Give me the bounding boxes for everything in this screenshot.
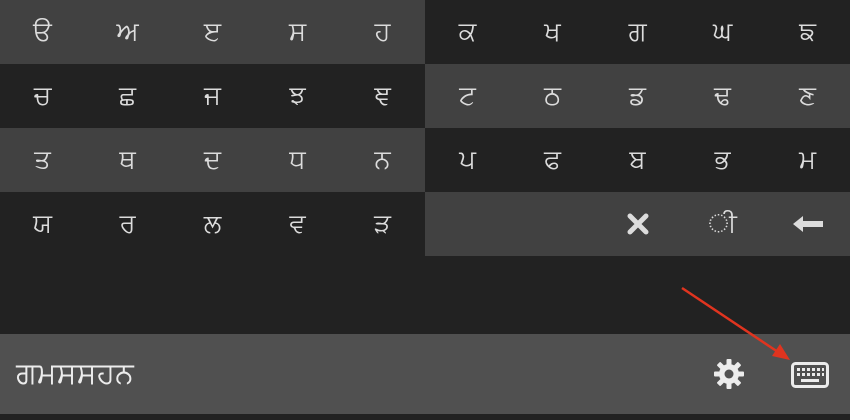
vowel-sign-key[interactable]: ੀ [680,192,765,256]
key[interactable]: ਪ [425,128,510,192]
clear-key[interactable] [595,192,680,256]
key[interactable]: ਢ [680,64,765,128]
key[interactable]: ਣ [765,64,850,128]
backspace-key[interactable] [765,192,850,256]
keyboard-row-1: ੳ ਅ ੲ ਸ ਹ ਕ ਖ ਗ ਘ ਙ [0,0,850,64]
settings-button[interactable] [712,357,746,395]
key[interactable]: ਥ [85,128,170,192]
key[interactable]: ਸ [255,0,340,64]
key[interactable]: ਛ [85,64,170,128]
key[interactable]: ਟ [425,64,510,128]
key[interactable]: ਬ [595,128,680,192]
key[interactable]: ਜ [170,64,255,128]
key[interactable]: ਵ [255,192,340,256]
keyboard-row-3: ਤ ਥ ਦ ਧ ਨ ਪ ਫ ਬ ਭ ਮ [0,128,850,192]
typed-text: ਗਮਸਸਹਨ [16,356,134,391]
keyboard-icon [791,362,829,392]
key[interactable]: ਭ [680,128,765,192]
key[interactable]: ਮ [765,128,850,192]
key[interactable]: ਞ [340,64,425,128]
key[interactable]: ਠ [510,64,595,128]
key[interactable]: ਕ [425,0,510,64]
key[interactable]: ਰ [85,192,170,256]
key[interactable]: ਙ [765,0,850,64]
key[interactable]: ਘ [680,0,765,64]
gear-icon [712,359,746,395]
key[interactable]: ਗ [595,0,680,64]
key[interactable]: ਦ [170,128,255,192]
key[interactable]: ਯ [0,192,85,256]
keyboard-toggle-button[interactable] [791,362,829,392]
key[interactable]: ਅ [85,0,170,64]
arrow-left-icon [791,214,825,234]
key[interactable]: ੜ [340,192,425,256]
key[interactable]: ਹ [340,0,425,64]
key[interactable]: ਨ [340,128,425,192]
key[interactable]: ਤ [0,128,85,192]
on-screen-keyboard: ੳ ਅ ੲ ਸ ਹ ਕ ਖ ਗ ਘ ਙ ਚ ਛ ਜ ਝ ਞ ਟ ਠ ਡ ਢ ਣ … [0,0,850,256]
keyboard-row-4: ਯ ਰ ਲ ਵ ੜ ੀ [0,192,850,256]
key[interactable]: ੳ [0,0,85,64]
key[interactable]: ੲ [170,0,255,64]
key[interactable]: ਡ [595,64,680,128]
empty-key-space [425,192,595,256]
key[interactable]: ਚ [0,64,85,128]
bottom-strip [0,414,850,420]
key[interactable]: ਝ [255,64,340,128]
key[interactable]: ਫ [510,128,595,192]
key[interactable]: ਖ [510,0,595,64]
key[interactable]: ਲ [170,192,255,256]
close-icon [626,212,650,236]
key[interactable]: ਧ [255,128,340,192]
keyboard-row-2: ਚ ਛ ਜ ਝ ਞ ਟ ਠ ਡ ਢ ਣ [0,64,850,128]
